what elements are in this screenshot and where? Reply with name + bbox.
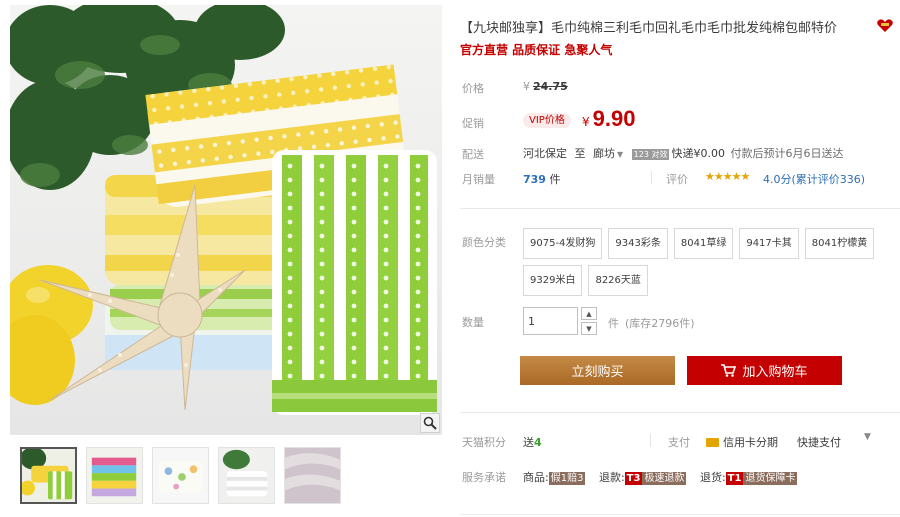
product-subtitle: 官方直营 品质保证 急聚人气 xyxy=(460,43,613,57)
service-refund-tag-num: T3 xyxy=(624,472,643,485)
sku-option[interactable]: 9343彩条 xyxy=(608,228,668,259)
original-price-value: 24.75 xyxy=(533,80,568,93)
sku-option[interactable]: 9075-4发财狗 xyxy=(523,228,603,259)
section-divider xyxy=(460,412,900,413)
tmall-points: 送4 xyxy=(523,434,542,450)
section-divider xyxy=(460,208,900,209)
promo-price: ¥9.90 xyxy=(582,106,635,132)
service-goods-tag: 假1赔3 xyxy=(548,472,586,485)
credit-installment-option[interactable]: 信用卡分期 xyxy=(706,434,778,450)
promo-label: 促销 xyxy=(462,117,484,130)
thumbnail-1[interactable] xyxy=(20,447,77,504)
rating-score: 4.0分 xyxy=(763,173,792,186)
payment-label: 支付 xyxy=(668,436,690,449)
monthly-sales-label: 月销量 xyxy=(462,173,495,186)
service-promises: 商品: 假1赔3 退款: T3 极速退款 退货: T1 退货保障卡 xyxy=(523,469,798,485)
promo-price-value: 9.90 xyxy=(592,106,636,131)
review-count: (累计评价336) xyxy=(791,173,866,186)
credit-card-icon xyxy=(706,437,719,447)
sku-option[interactable]: 8041草绿 xyxy=(673,228,734,259)
zoom-button[interactable] xyxy=(420,413,440,433)
main-product-image xyxy=(10,5,442,435)
bottom-divider xyxy=(460,514,900,515)
magnifier-icon xyxy=(423,416,437,430)
product-info-panel: 【九块邮独享】毛巾纯棉三利毛巾回礼毛巾毛巾批发纯棉包邮特价 官方直营 品质保证 … xyxy=(460,0,900,517)
tmall-badge-icon xyxy=(877,19,893,32)
service-return-tag: 退货保障卡 xyxy=(743,472,798,485)
sales-count-value: 739 xyxy=(523,173,546,186)
points-value: 4 xyxy=(534,436,542,449)
service-item-goods[interactable]: 商品: 假1赔3 xyxy=(523,471,586,485)
service-goods-label: 商品: xyxy=(523,471,549,484)
sales-unit: 件 xyxy=(549,173,561,186)
quantity-label: 数量 xyxy=(462,316,484,329)
rating-label: 评价 xyxy=(666,173,688,186)
credit-installment-label: 信用卡分期 xyxy=(723,436,778,449)
add-to-cart-label: 加入购物车 xyxy=(742,365,808,380)
rating-link[interactable]: 4.0分(累计评价336) xyxy=(763,171,865,187)
color-label: 颜色分类 xyxy=(462,236,506,249)
service-return-label: 退货: xyxy=(699,471,726,484)
sku-option[interactable]: 8226天蓝 xyxy=(588,265,648,296)
sku-option[interactable]: 9329米白 xyxy=(523,265,583,296)
points-prefix: 送 xyxy=(523,436,534,449)
quantity-unit: 件 xyxy=(608,317,619,330)
service-refund-tag: 极速退款 xyxy=(642,472,687,485)
service-return-tag-num: T1 xyxy=(725,472,744,485)
service-item-refund[interactable]: 退款: T3 极速退款 xyxy=(598,471,687,485)
vip-price-tag: VIP价格 xyxy=(523,113,571,128)
service-refund-label: 退款: xyxy=(598,471,625,484)
ship-to-word: 至 xyxy=(574,147,586,160)
original-price: ¥24.75 xyxy=(523,80,568,93)
add-to-cart-button[interactable]: 加入购物车 xyxy=(687,356,842,385)
rating-stars: ★★★★★ xyxy=(705,170,750,183)
quantity-increase-button[interactable]: ▲ xyxy=(581,307,597,320)
sku-options: 9075-4发财狗 9343彩条 8041草绿 9417卡其 8041柠檬黄 9… xyxy=(523,228,893,296)
monthly-sales: 739 件 xyxy=(523,171,560,187)
delivery-info: 河北保定 至 廊坊 ▼ 123 对效 快递¥0.00 付款后预计6月6日送达 xyxy=(523,145,843,161)
buy-now-button[interactable]: 立刻购买 xyxy=(520,356,675,385)
stock-count: (库存2796件) xyxy=(625,317,695,330)
ship-to-select[interactable]: 廊坊 ▼ xyxy=(593,147,628,160)
thumbnail-5[interactable] xyxy=(284,447,341,504)
ship-to-city: 廊坊 xyxy=(593,147,615,160)
thumbnail-4[interactable] xyxy=(218,447,275,504)
quantity-stock-info: 件 (库存2796件) xyxy=(608,315,695,331)
delivery-label: 配送 xyxy=(462,148,484,161)
thumbnail-3[interactable] xyxy=(152,447,209,504)
quantity-input[interactable] xyxy=(523,307,578,335)
divider xyxy=(650,434,651,447)
thumbnail-strip xyxy=(20,447,341,504)
product-title[interactable]: 【九块邮独享】毛巾纯棉三利毛巾回礼毛巾毛巾批发纯棉包邮特价 xyxy=(460,17,885,36)
ship-from: 河北保定 xyxy=(523,147,567,160)
cart-icon xyxy=(721,364,737,377)
chevron-down-icon: ▼ xyxy=(617,150,624,159)
delivery-eta: 付款后预计6月6日送达 xyxy=(730,147,844,160)
divider xyxy=(651,171,652,184)
service-label: 服务承诺 xyxy=(462,471,506,484)
price-label: 价格 xyxy=(462,82,484,95)
points-label: 天猫积分 xyxy=(462,436,506,449)
service-item-return[interactable]: 退货: T1 退货保障卡 xyxy=(699,471,798,485)
original-price-currency: ¥ xyxy=(523,80,530,93)
sku-option[interactable]: 9417卡其 xyxy=(739,228,799,259)
thumbnail-2[interactable] xyxy=(86,447,143,504)
payment-more-chevron-icon[interactable]: ▼ xyxy=(864,432,871,442)
promo-price-currency: ¥ xyxy=(582,115,590,129)
delivery-speed-tag: 123 对效 xyxy=(631,149,670,160)
quantity-decrease-button[interactable]: ▼ xyxy=(581,322,597,335)
quick-pay-option[interactable]: 快捷支付 xyxy=(797,434,841,450)
delivery-fee: 快递¥0.00 xyxy=(671,147,725,160)
sku-option[interactable]: 8041柠檬黄 xyxy=(804,228,875,259)
